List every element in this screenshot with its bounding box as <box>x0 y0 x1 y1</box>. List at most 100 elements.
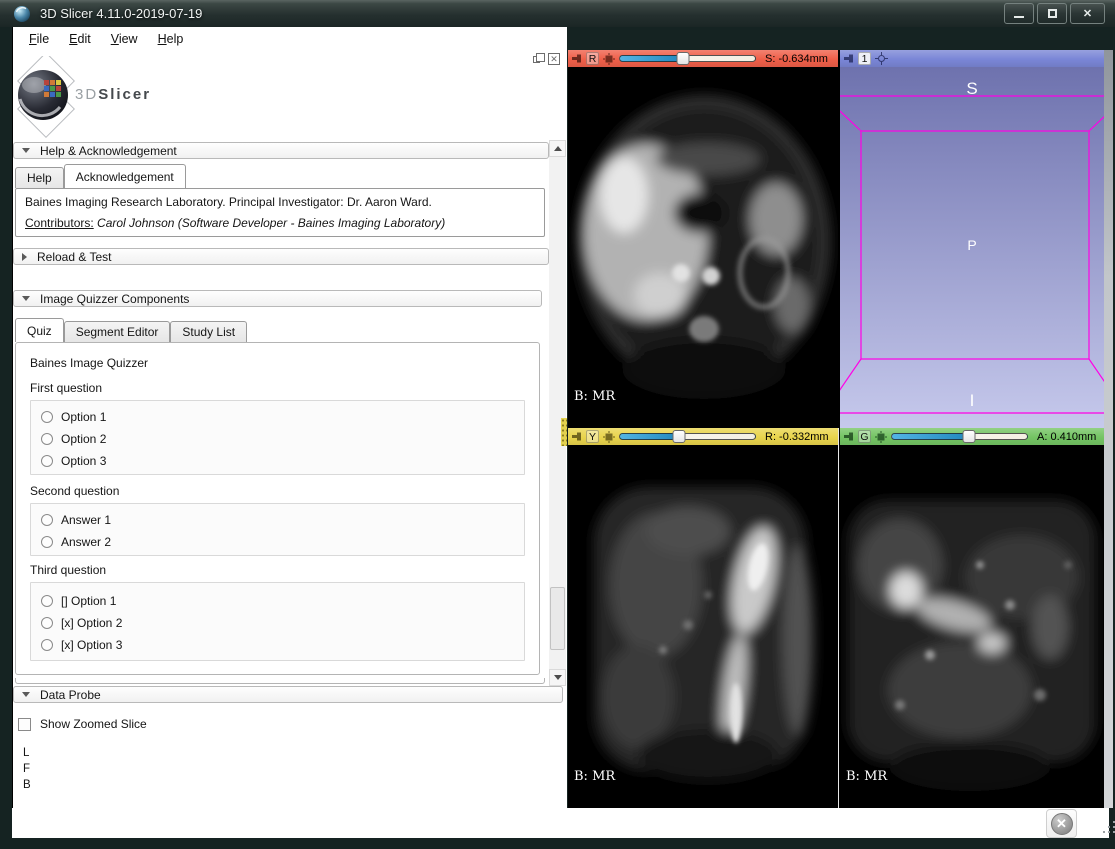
radio-button[interactable] <box>41 514 53 526</box>
red-slice-image[interactable]: B: MR <box>568 67 838 428</box>
pushpin-icon[interactable] <box>844 54 854 63</box>
tab-help[interactable]: Help <box>15 167 64 188</box>
pushpin-icon[interactable] <box>572 432 582 441</box>
hotlink-crosshair-icon[interactable] <box>603 431 615 443</box>
red-slice-view: R S: -0.634mm <box>568 50 838 428</box>
axis-label-b: B <box>23 779 31 791</box>
tab-study-list[interactable]: Study List <box>170 321 247 342</box>
radio-label[interactable]: [x] Option 3 <box>61 638 122 652</box>
slice-offset-slider[interactable] <box>619 52 756 65</box>
question-label: First question <box>30 381 102 395</box>
menu-item-help[interactable]: Help <box>148 29 194 49</box>
radio-label[interactable]: Option 3 <box>61 454 106 468</box>
radio-label[interactable]: [] Option 1 <box>61 594 116 608</box>
view-letter-badge: G <box>858 430 871 443</box>
scrollarea-bottom-edge <box>15 678 545 684</box>
slice-offset-value: R: -0.332mm <box>765 431 829 443</box>
pushpin-icon[interactable] <box>844 432 854 441</box>
axis-label-f: F <box>23 763 30 775</box>
tab-quiz[interactable]: Quiz <box>15 318 64 342</box>
module-panel: ✕ 3DSlicer Help & Acknowled <box>12 50 567 808</box>
hotlink-crosshair-icon[interactable] <box>875 431 887 443</box>
slice-background-label: B: MR <box>574 389 615 404</box>
slice-background-label: B: MR <box>846 769 887 784</box>
undock-panel-icon[interactable] <box>532 53 544 65</box>
app-icon <box>13 5 31 23</box>
radio-label[interactable]: Answer 1 <box>61 513 111 527</box>
hotlink-crosshair-icon[interactable] <box>603 53 615 65</box>
center-crosshair-icon[interactable] <box>875 52 888 65</box>
radio-button[interactable] <box>41 536 53 548</box>
radio-label[interactable]: Option 1 <box>61 410 106 424</box>
view-layout: R S: -0.634mm <box>568 50 1104 808</box>
menu-item-file[interactable]: File <box>19 29 59 49</box>
threeD-viewport[interactable]: S P I <box>840 67 1104 428</box>
menubar: File Edit View Help <box>12 27 567 50</box>
radio-button[interactable] <box>41 639 53 651</box>
splitter-handle[interactable] <box>561 418 567 446</box>
slice-offset-slider[interactable] <box>891 430 1028 443</box>
slider-handle[interactable] <box>673 430 686 443</box>
view-number-badge: 1 <box>858 52 871 65</box>
radio-label[interactable]: Option 2 <box>61 432 106 446</box>
slice-background-label: B: MR <box>574 769 615 784</box>
radio-button[interactable] <box>41 617 53 629</box>
slider-handle[interactable] <box>677 52 690 65</box>
orientation-label-superior: S <box>840 79 1104 99</box>
green-slice-image[interactable]: B: MR <box>840 445 1104 808</box>
yellow-slice-image[interactable]: B: MR <box>568 445 838 808</box>
green-slice-view: G A: 0.410mm <box>840 428 1104 808</box>
app-window: 3D Slicer 4.11.0-2019-07-19 ✕ File Edit … <box>0 0 1115 849</box>
maximize-button[interactable] <box>1037 3 1067 24</box>
question-group: [] Option 1 [x] Option 2 [x] Option 3 <box>30 582 525 661</box>
tab-segment-editor[interactable]: Segment Editor <box>64 321 171 342</box>
scrollbar-down-button[interactable] <box>549 669 566 686</box>
statusbar: ✕ <box>12 808 1109 838</box>
data-probe-header[interactable]: Data Probe <box>13 686 563 703</box>
close-panel-icon[interactable]: ✕ <box>548 53 560 65</box>
radio-button[interactable] <box>41 595 53 607</box>
slice-offset-value: S: -0.634mm <box>765 53 828 65</box>
radio-label[interactable]: [x] Option 2 <box>61 616 122 630</box>
radio-button[interactable] <box>41 411 53 423</box>
question-label: Third question <box>30 563 106 577</box>
window-title: 3D Slicer 4.11.0-2019-07-19 <box>40 6 202 21</box>
quiz-panel: Baines Image Quizzer First question Opti… <box>15 342 540 675</box>
window-edge-strip <box>1104 50 1113 808</box>
help-acknowledgement-header[interactable]: Help & Acknowledgement <box>13 142 549 159</box>
orientation-label-posterior: P <box>840 237 1104 253</box>
reload-test-header[interactable]: Reload & Test <box>13 248 549 265</box>
menu-item-edit[interactable]: Edit <box>59 29 101 49</box>
close-circle-icon: ✕ <box>1051 813 1073 835</box>
image-quizzer-header[interactable]: Image Quizzer Components <box>13 290 542 307</box>
tab-acknowledgement[interactable]: Acknowledgement <box>64 164 186 188</box>
close-button[interactable]: ✕ <box>1070 3 1105 24</box>
question-group: Answer 1 Answer 2 <box>30 503 525 556</box>
slice-offset-slider[interactable] <box>619 430 756 443</box>
minimize-icon <box>1014 16 1024 18</box>
resize-grip[interactable] <box>1103 831 1105 833</box>
scrollbar-up-button[interactable] <box>549 140 566 157</box>
panel-scrollbar[interactable] <box>549 140 566 686</box>
quiz-heading: Baines Image Quizzer <box>30 356 148 370</box>
collapse-arrow-icon <box>22 692 30 697</box>
radio-button[interactable] <box>41 433 53 445</box>
menu-item-view[interactable]: View <box>101 29 148 49</box>
view-divider <box>838 428 839 808</box>
radio-label[interactable]: Answer 2 <box>61 535 111 549</box>
threeD-view-header: 1 <box>840 50 1104 67</box>
collapse-arrow-icon <box>22 296 30 301</box>
yellow-slice-view: Y R: -0.332mm <box>568 428 838 808</box>
threeD-view: 1 S P <box>840 50 1104 428</box>
pushpin-icon[interactable] <box>572 54 582 63</box>
error-log-close-button[interactable]: ✕ <box>1046 809 1077 838</box>
radio-button[interactable] <box>41 455 53 467</box>
green-view-header: G A: 0.410mm <box>840 428 1104 445</box>
show-zoomed-slice-checkbox[interactable] <box>18 718 31 731</box>
collapse-arrow-icon <box>22 148 30 153</box>
minimize-button[interactable] <box>1004 3 1034 24</box>
scrollbar-thumb[interactable] <box>550 587 565 650</box>
slider-handle[interactable] <box>963 430 976 443</box>
view-letter-badge: Y <box>586 430 599 443</box>
view-letter-badge: R <box>586 52 599 65</box>
